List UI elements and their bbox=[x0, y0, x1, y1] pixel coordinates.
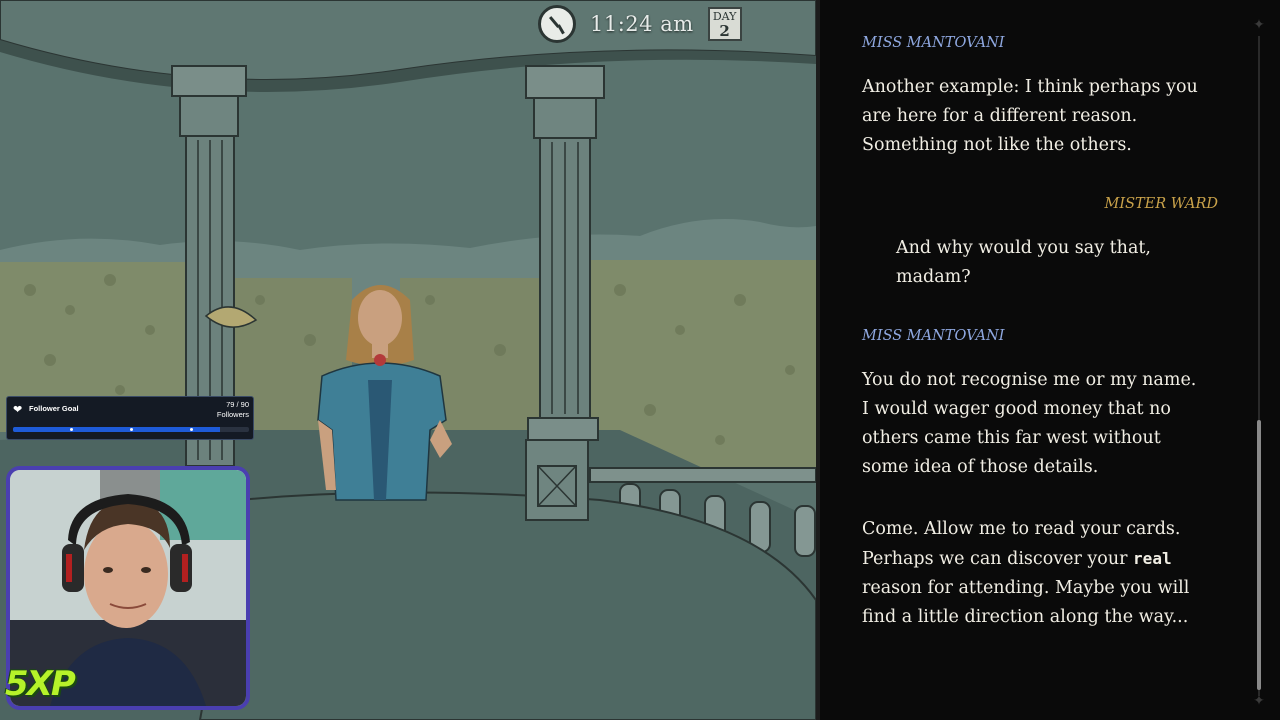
day-number: 2 bbox=[719, 22, 730, 40]
dialogue-line: Another example: I think perhaps you are… bbox=[862, 77, 1198, 155]
scroll-up-icon[interactable]: ✦ bbox=[1252, 18, 1266, 32]
speaker-name: MISS MANTOVANI bbox=[862, 35, 1005, 51]
day-badge: DAY 2 bbox=[707, 7, 742, 41]
game-scene: 11:24 am DAY 2 ❤ Follower Goal 79 / 90 F… bbox=[0, 0, 816, 720]
time-display: 11:24 am DAY 2 bbox=[538, 4, 742, 44]
progress-tick bbox=[130, 428, 133, 431]
dialogue-panel[interactable]: MISS MANTOVANI Another example: I think … bbox=[816, 0, 1280, 720]
speaker-name: MISTER WARD bbox=[1104, 196, 1219, 212]
clock-icon bbox=[538, 5, 576, 43]
progress-tick bbox=[190, 428, 193, 431]
scroll-down-icon[interactable]: ✦ bbox=[1252, 694, 1266, 708]
heart-icon: ❤ bbox=[13, 404, 23, 416]
dialogue-line: Come. Allow me to read your cards. Perha… bbox=[862, 515, 1207, 632]
dialogue-line: You do not recognise me or my name. I wo… bbox=[862, 370, 1197, 477]
time-text: 11:24 am bbox=[590, 12, 694, 36]
day-label: DAY bbox=[712, 10, 737, 23]
progress-tick bbox=[70, 428, 73, 431]
dialogue-line: And why would you say that, madam? bbox=[896, 238, 1151, 287]
follower-goal-count-box: 79 / 90 Followers bbox=[217, 400, 249, 420]
follower-goal-widget: ❤ Follower Goal 79 / 90 Followers bbox=[6, 396, 254, 440]
dialogue-scrollbar-thumb[interactable] bbox=[1257, 420, 1261, 690]
follower-goal-title: Follower Goal bbox=[29, 404, 79, 413]
stream-logo: 5XP bbox=[5, 664, 76, 704]
dialogue-text: reason for attending. Maybe you will fin… bbox=[862, 578, 1190, 627]
follower-goal-count: 79 / 90 bbox=[226, 400, 249, 409]
follower-goal-unit: Followers bbox=[216, 410, 249, 419]
speaker-name: MISS MANTOVANI bbox=[862, 328, 1005, 344]
emphasis-text: real bbox=[1133, 549, 1172, 568]
